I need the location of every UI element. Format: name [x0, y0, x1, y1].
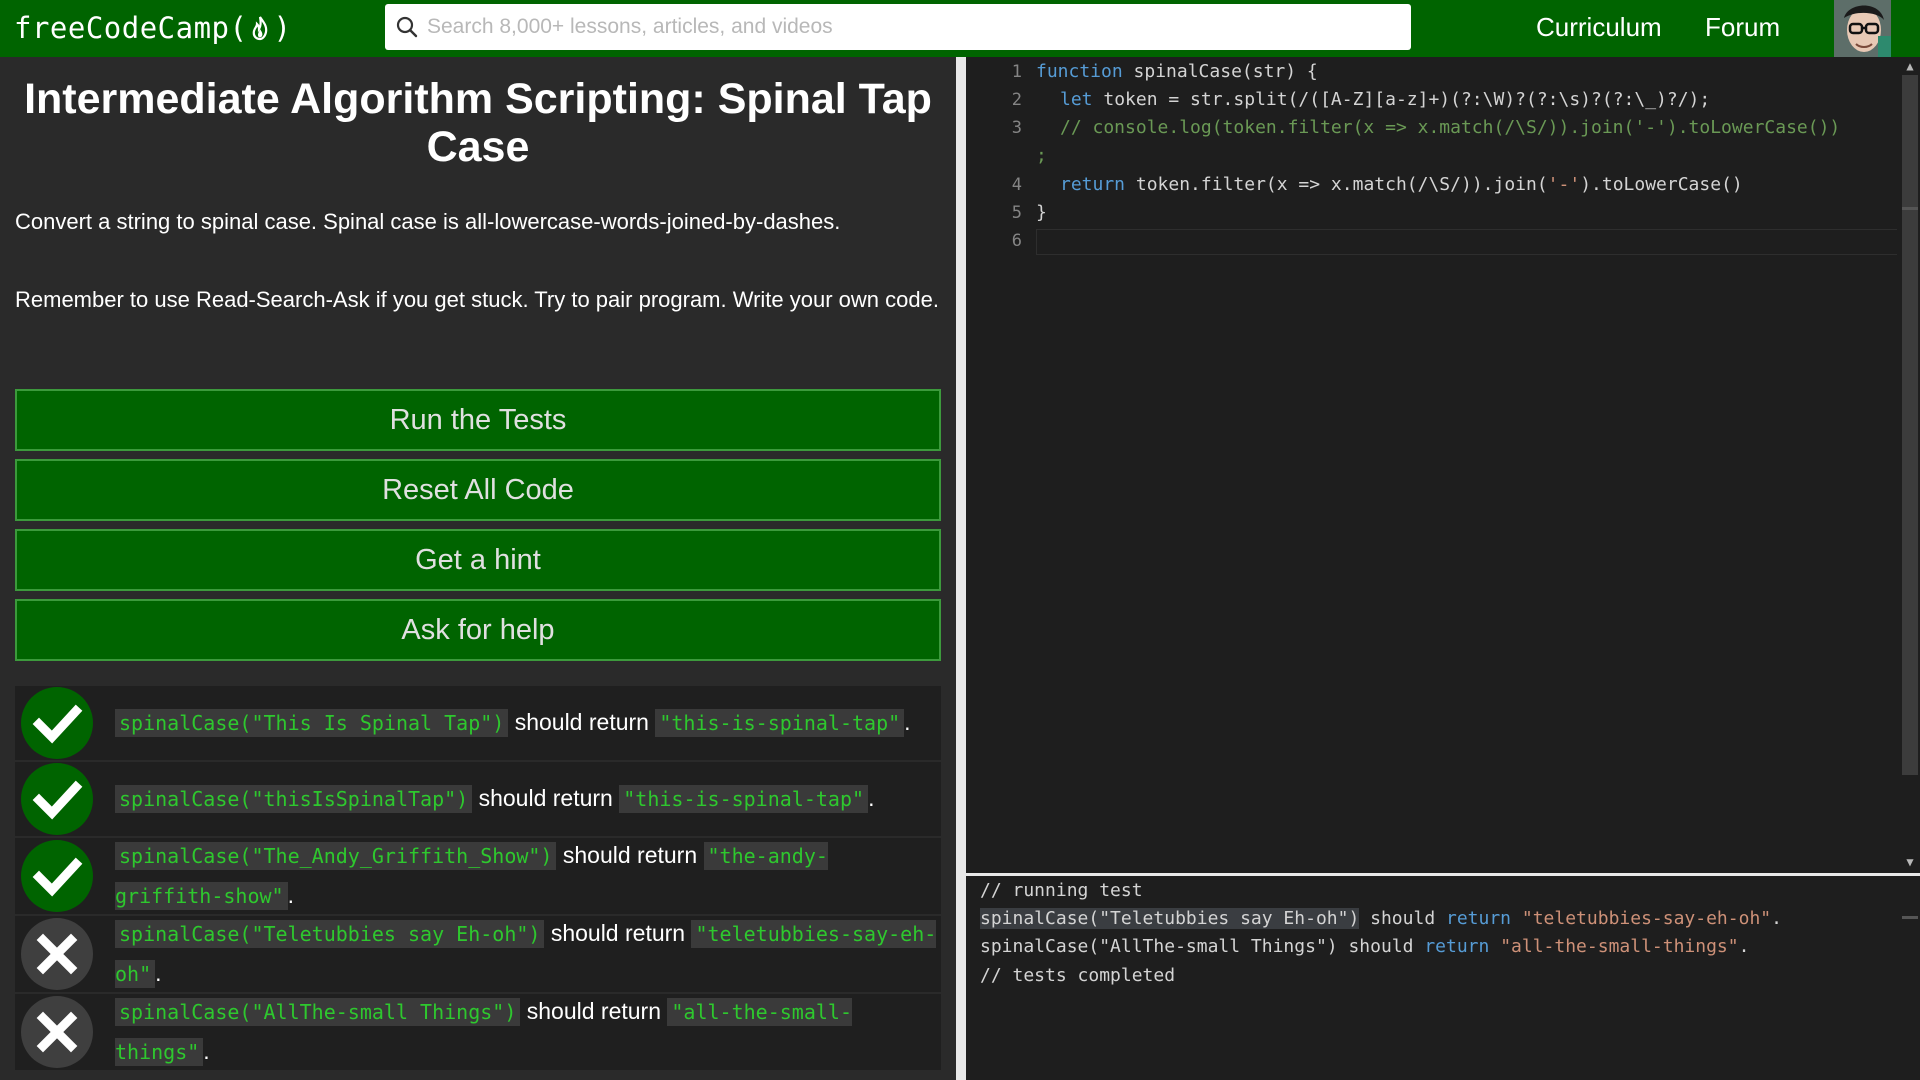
test-description: spinalCase("This Is Spinal Tap") should … [115, 703, 941, 743]
test-call: spinalCase("This Is Spinal Tap") [115, 709, 509, 737]
console-text: should [1337, 936, 1425, 957]
line-number: 5 [1011, 203, 1022, 223]
test-end: . [868, 785, 875, 811]
console-line: // tests completed [980, 965, 1176, 986]
console-text: . [1771, 908, 1782, 929]
code-line-4: return token.filter(x => x.match(/\S/)).… [1060, 174, 1743, 195]
test-call: spinalCase("thisIsSpinalTap") [115, 785, 473, 813]
search-icon [396, 16, 418, 38]
test-should-return: should return [544, 920, 692, 946]
scroll-marker [1902, 207, 1918, 210]
console-call: spinalCase("AllThe-small Things") [980, 936, 1338, 957]
brand-suffix: ) [273, 11, 292, 45]
code-keyword: let [1060, 89, 1093, 110]
flame-icon [253, 16, 268, 41]
test-end: . [203, 1038, 210, 1064]
code-keyword: return [1060, 174, 1126, 195]
code-editor[interactable]: 1 2 3 4 5 6 function spinalCase(str) { l… [966, 57, 1920, 873]
test-result-row: spinalCase("The_Andy_Griffith_Show") sho… [15, 838, 941, 914]
test-result-row: spinalCase("thisIsSpinalTap") should ret… [15, 762, 941, 836]
test-call: spinalCase("AllThe-small Things") [115, 998, 521, 1026]
code-line-3-wrap: ; [1036, 145, 1047, 166]
test-result-row: spinalCase("AllThe-small Things") should… [15, 994, 941, 1070]
test-end: . [155, 960, 162, 986]
code-text: ).toLowerCase() [1580, 174, 1743, 195]
avatar[interactable] [1834, 0, 1891, 57]
run-tests-button[interactable]: Run the Tests [15, 389, 941, 451]
test-description: spinalCase("Teletubbies say Eh-oh") shou… [115, 914, 941, 994]
test-should-return: should return [508, 709, 656, 735]
editor-scroll-thumb[interactable] [1902, 75, 1918, 775]
panel-resize-handle[interactable] [956, 57, 966, 1080]
test-end: . [287, 882, 294, 908]
code-line-2: let token = str.split(/([A-Z][a-z]+)(?:\… [1060, 89, 1710, 110]
test-result-row: spinalCase("Teletubbies say Eh-oh") shou… [15, 916, 941, 992]
nav-curriculum-link[interactable]: Curriculum [1536, 12, 1662, 43]
code-line-3: // console.log(token.filter(x => x.match… [1060, 117, 1841, 138]
pass-status-icon [21, 840, 93, 912]
console-line: // running test [980, 880, 1143, 901]
test-end: . [904, 709, 911, 735]
line-number: 2 [1011, 90, 1022, 110]
line-number: 1 [1011, 62, 1022, 82]
pass-status-icon [21, 763, 93, 835]
active-line[interactable] [1036, 229, 1902, 255]
console-call: spinalCase("Teletubbies say Eh-oh") [980, 908, 1360, 929]
code-text: spinalCase(str) { [1122, 61, 1318, 82]
avatar-image [1834, 0, 1891, 57]
test-expected: "this-is-spinal-tap" [655, 709, 905, 737]
fail-status-icon [21, 918, 93, 990]
test-description: spinalCase("AllThe-small Things") should… [115, 992, 905, 1072]
top-navbar: freeCodeCamp( ) Curriculum Forum [0, 0, 1920, 57]
console-scroll-marker [1902, 916, 1918, 919]
console-line: spinalCase("Teletubbies say Eh-oh") shou… [980, 908, 1782, 929]
brand-text: freeCodeCamp( [14, 11, 248, 45]
code-keyword: function [1036, 61, 1123, 82]
test-should-return: should return [472, 785, 620, 811]
ask-help-button[interactable]: Ask for help [15, 599, 941, 661]
output-console: // running test spinalCase("Teletubbies … [966, 876, 1920, 1080]
challenge-title: Intermediate Algorithm Scripting: Spinal… [24, 75, 932, 171]
challenge-description: Convert a string to spinal case. Spinal … [15, 209, 841, 234]
scroll-up-icon[interactable]: ▲ [1902, 59, 1918, 73]
fail-status-icon [21, 996, 93, 1068]
line-number: 4 [1011, 175, 1022, 195]
test-should-return: should return [520, 998, 668, 1024]
test-call: spinalCase("Teletubbies say Eh-oh") [115, 920, 545, 948]
code-line-5: } [1036, 202, 1047, 223]
search-input[interactable] [425, 6, 1411, 48]
console-keyword: return [1446, 908, 1512, 929]
test-expected: "this-is-spinal-tap" [619, 785, 869, 813]
test-description: spinalCase("The_Andy_Griffith_Show") sho… [115, 836, 875, 916]
test-call: spinalCase("The_Andy_Griffith_Show") [115, 842, 557, 870]
nav-forum-link[interactable]: Forum [1705, 12, 1780, 43]
console-keyword: return [1424, 936, 1490, 957]
test-description: spinalCase("thisIsSpinalTap") should ret… [115, 779, 941, 819]
console-string: "all-the-small-things" [1489, 936, 1739, 957]
reset-code-button[interactable]: Reset All Code [15, 459, 941, 521]
console-string: "teletubbies-say-eh-oh" [1511, 908, 1772, 929]
challenge-reminder: Remember to use Read-Search-Ask if you g… [15, 287, 939, 312]
code-text: token = str.split(/([A-Z][a-z]+)(?:\W)?(… [1092, 89, 1711, 110]
code-string: '-' [1547, 174, 1581, 195]
test-should-return: should return [556, 842, 704, 868]
fcc-logo[interactable]: freeCodeCamp( ) [14, 8, 291, 48]
line-number: 3 [1011, 118, 1022, 138]
code-line-1: function spinalCase(str) { [1036, 61, 1318, 82]
console-text: . [1738, 936, 1750, 957]
line-number: 6 [1011, 231, 1022, 251]
get-hint-button[interactable]: Get a hint [15, 529, 941, 591]
scroll-down-icon[interactable]: ▼ [1902, 855, 1918, 869]
pass-status-icon [21, 687, 93, 759]
instructions-panel: Intermediate Algorithm Scripting: Spinal… [0, 57, 956, 1080]
test-result-row: spinalCase("This Is Spinal Tap") should … [15, 686, 941, 760]
console-text: should [1359, 908, 1446, 929]
code-text: token.filter(x => x.match(/\S/)).join( [1125, 174, 1548, 195]
search-bar[interactable] [385, 4, 1411, 50]
console-line: spinalCase("AllThe-small Things") should… [980, 936, 1749, 957]
